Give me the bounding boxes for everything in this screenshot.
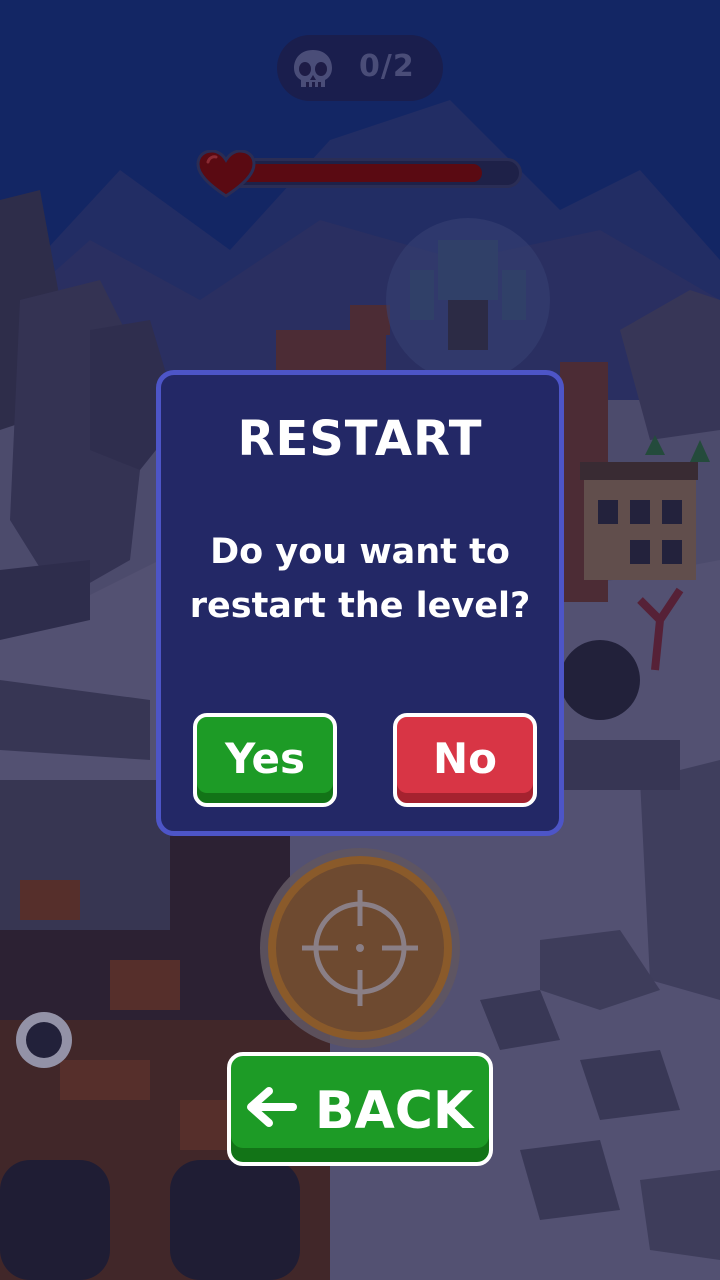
dialog-title: RESTART	[237, 411, 483, 467]
back-button[interactable]: BACK	[227, 1052, 493, 1166]
arrow-left-icon	[246, 1087, 297, 1127]
skull-icon	[294, 50, 332, 87]
kill-counter: 0/2	[277, 35, 443, 101]
heart-icon	[196, 150, 256, 198]
no-button[interactable]: No	[393, 713, 537, 807]
fire-crosshair-button[interactable]	[258, 846, 462, 1050]
restart-dialog: RESTART Do you want to restart the level…	[156, 370, 564, 836]
health-track	[226, 158, 522, 188]
kill-counter-text: 0/2	[359, 49, 415, 84]
dialog-message: Do you want to restart the level?	[189, 532, 531, 626]
yes-button[interactable]: Yes	[193, 713, 337, 807]
health-fill	[232, 164, 482, 182]
back-button-label: BACK	[314, 1081, 474, 1141]
player-health-bar	[196, 150, 526, 198]
